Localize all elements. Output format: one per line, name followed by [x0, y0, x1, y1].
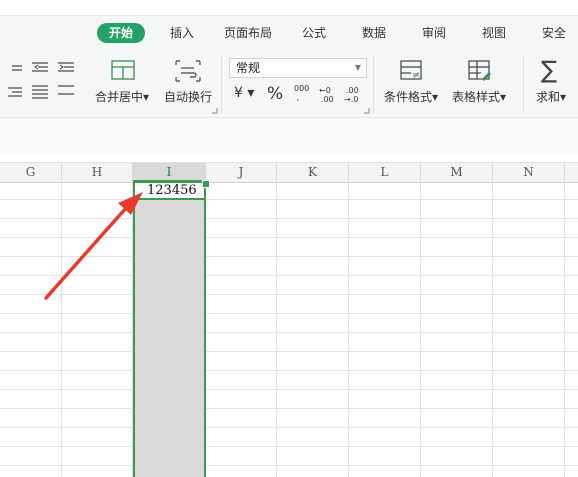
annotation-arrow	[44, 192, 143, 300]
